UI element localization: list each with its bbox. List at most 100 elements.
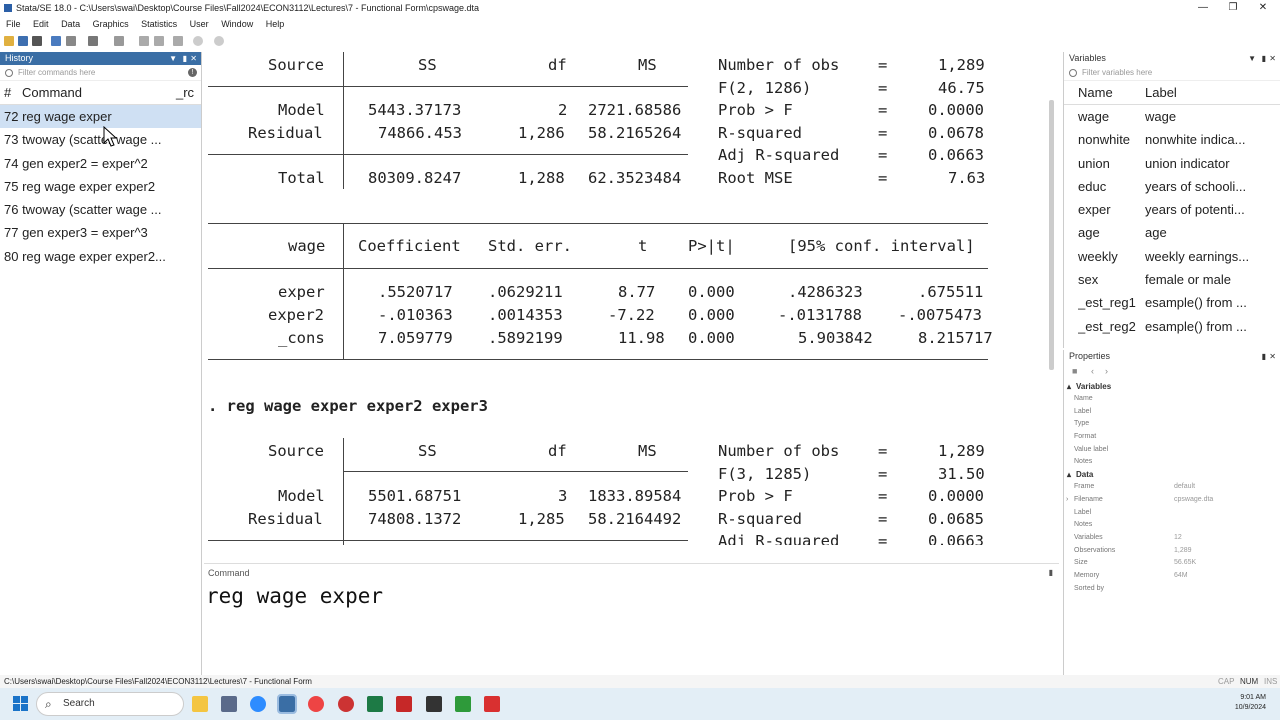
menu-window[interactable]: Window [221, 19, 253, 29]
calendar-grid-icon[interactable] [426, 696, 442, 712]
menu-edit[interactable]: Edit [33, 19, 49, 29]
zoom-icon[interactable] [250, 696, 266, 712]
open-icon[interactable] [4, 36, 14, 46]
property-row[interactable]: Format [1064, 431, 1280, 444]
pin-icon[interactable]: ▮ [183, 52, 187, 65]
save-icon[interactable] [18, 36, 28, 46]
history-col-num[interactable]: # [4, 81, 11, 105]
break-icon[interactable] [214, 36, 224, 46]
property-row[interactable]: Notes [1064, 456, 1280, 469]
menu-data[interactable]: Data [61, 19, 80, 29]
close-pane-icon[interactable]: ✕ [1269, 52, 1276, 65]
graph-icon[interactable] [88, 36, 98, 46]
data-browser-icon[interactable] [154, 36, 164, 46]
history-item[interactable]: 77 gen exper3 = exper^3 [0, 221, 201, 244]
variables-col-name[interactable]: Name [1078, 81, 1113, 105]
menu-statistics[interactable]: Statistics [141, 19, 177, 29]
red-app-icon[interactable] [484, 696, 500, 712]
menu-graphics[interactable]: Graphics [93, 19, 129, 29]
variable-row[interactable]: exper years of potenti... [1064, 198, 1280, 221]
property-row[interactable]: Observations 1,289 [1064, 545, 1280, 558]
close-button[interactable]: ✕ [1248, 0, 1278, 16]
more-icon[interactable] [193, 36, 203, 46]
close-pane-icon[interactable]: ✕ [1269, 350, 1276, 363]
coef-hdr-coef: Coefficient [358, 237, 461, 255]
rule [343, 438, 344, 545]
property-row[interactable]: Notes [1064, 519, 1280, 532]
property-row[interactable]: Sorted by [1064, 583, 1280, 596]
calculator-icon[interactable] [277, 694, 297, 714]
back-icon[interactable]: ‹ [1091, 366, 1094, 376]
variable-row[interactable]: educ years of schooli... [1064, 175, 1280, 198]
print-icon[interactable] [32, 36, 42, 46]
menu-user[interactable]: User [190, 19, 209, 29]
anova2-row-ms: 58.2164492 [588, 510, 682, 528]
history-item[interactable]: 73 twoway (scatter wage ... [0, 128, 201, 151]
property-row[interactable]: Name [1064, 393, 1280, 406]
close-pane-icon[interactable]: ✕ [190, 52, 197, 65]
minimize-button[interactable]: — [1188, 0, 1218, 16]
variables-col-label[interactable]: Label [1145, 81, 1177, 105]
variable-row[interactable]: union union indicator [1064, 152, 1280, 175]
chrome-icon[interactable] [308, 696, 324, 712]
do-file-editor-icon[interactable] [114, 36, 124, 46]
filter-icon[interactable]: ▼ [169, 52, 177, 65]
properties-section-variables[interactable]: ▴ Variables [1064, 381, 1280, 393]
stata-taskbar-icon[interactable] [221, 696, 237, 712]
properties-section-data[interactable]: ▴ Data [1064, 469, 1280, 481]
property-row[interactable]: Label [1064, 406, 1280, 419]
log-icon[interactable] [51, 36, 61, 46]
viewer-icon[interactable] [66, 36, 76, 46]
history-item[interactable]: 80 reg wage exper exper2... [0, 245, 201, 268]
variable-row[interactable]: age age [1064, 221, 1280, 244]
maximize-button[interactable]: ❐ [1218, 0, 1248, 16]
green-app-icon[interactable] [455, 696, 471, 712]
toolbar [0, 32, 1280, 50]
property-row[interactable]: › Filename cpswage.dta [1064, 494, 1280, 507]
expand-icon[interactable]: › [1066, 494, 1068, 507]
property-row[interactable]: Size 56.65K [1064, 557, 1280, 570]
taskbar-search[interactable]: ⌕ Search [36, 692, 184, 716]
info-icon[interactable]: ! [188, 68, 197, 77]
variable-row[interactable]: nonwhite nonwhite indica... [1064, 128, 1280, 151]
property-row[interactable]: Variables 12 [1064, 532, 1280, 545]
history-item[interactable]: 74 gen exper2 = exper^2 [0, 152, 201, 175]
variable-row[interactable]: _est_reg2 esample() from ... [1064, 315, 1280, 338]
history-col-rc[interactable]: _rc [176, 81, 194, 105]
property-row[interactable]: Value label [1064, 444, 1280, 457]
history-col-command[interactable]: Command [22, 81, 82, 105]
history-item[interactable]: 75 reg wage exper exper2 [0, 175, 201, 198]
filter-icon[interactable]: ▼ [1248, 52, 1256, 65]
taskbar-clock[interactable]: 9:01 AM 10/9/2024 [1235, 693, 1266, 713]
variable-row[interactable]: weekly weekly earnings... [1064, 245, 1280, 268]
windows-start-icon[interactable] [13, 696, 29, 712]
forward-icon[interactable]: › [1105, 366, 1108, 376]
variable-row[interactable]: wage wage [1064, 105, 1280, 128]
history-item[interactable]: 72 reg wage exper [0, 105, 201, 129]
file-explorer-icon[interactable] [192, 696, 208, 712]
data-editor-icon[interactable] [139, 36, 149, 46]
pin-icon[interactable]: ▮ [1049, 568, 1053, 577]
excel-icon[interactable] [367, 696, 383, 712]
history-item[interactable]: 76 twoway (scatter wage ... [0, 198, 201, 221]
chrome-profile-icon[interactable] [338, 696, 354, 712]
property-row[interactable]: Memory 64M [1064, 570, 1280, 583]
command-input[interactable] [206, 584, 1026, 608]
coef-row-lo: 5.903842 [798, 329, 873, 347]
property-row[interactable]: Type [1064, 418, 1280, 431]
pin-icon[interactable]: ▮ [1262, 52, 1266, 65]
lock-icon[interactable]: ■ [1072, 366, 1077, 376]
anova2-row-df: 3 [558, 487, 568, 505]
menu-file[interactable]: File [6, 19, 21, 29]
variables-manager-icon[interactable] [173, 36, 183, 46]
variable-row[interactable]: sex female or male [1064, 268, 1280, 291]
property-row[interactable]: Frame default [1064, 481, 1280, 494]
pin-icon[interactable]: ▮ [1262, 350, 1266, 363]
results-scrollbar[interactable] [1049, 100, 1054, 370]
property-row[interactable]: Label [1064, 507, 1280, 520]
variables-filter[interactable]: Filter variables here [1064, 65, 1280, 81]
acrobat-icon[interactable] [396, 696, 412, 712]
history-filter[interactable]: Filter commands here ! [0, 65, 201, 81]
variable-row[interactable]: _est_reg1 esample() from ... [1064, 291, 1280, 314]
menu-help[interactable]: Help [266, 19, 285, 29]
